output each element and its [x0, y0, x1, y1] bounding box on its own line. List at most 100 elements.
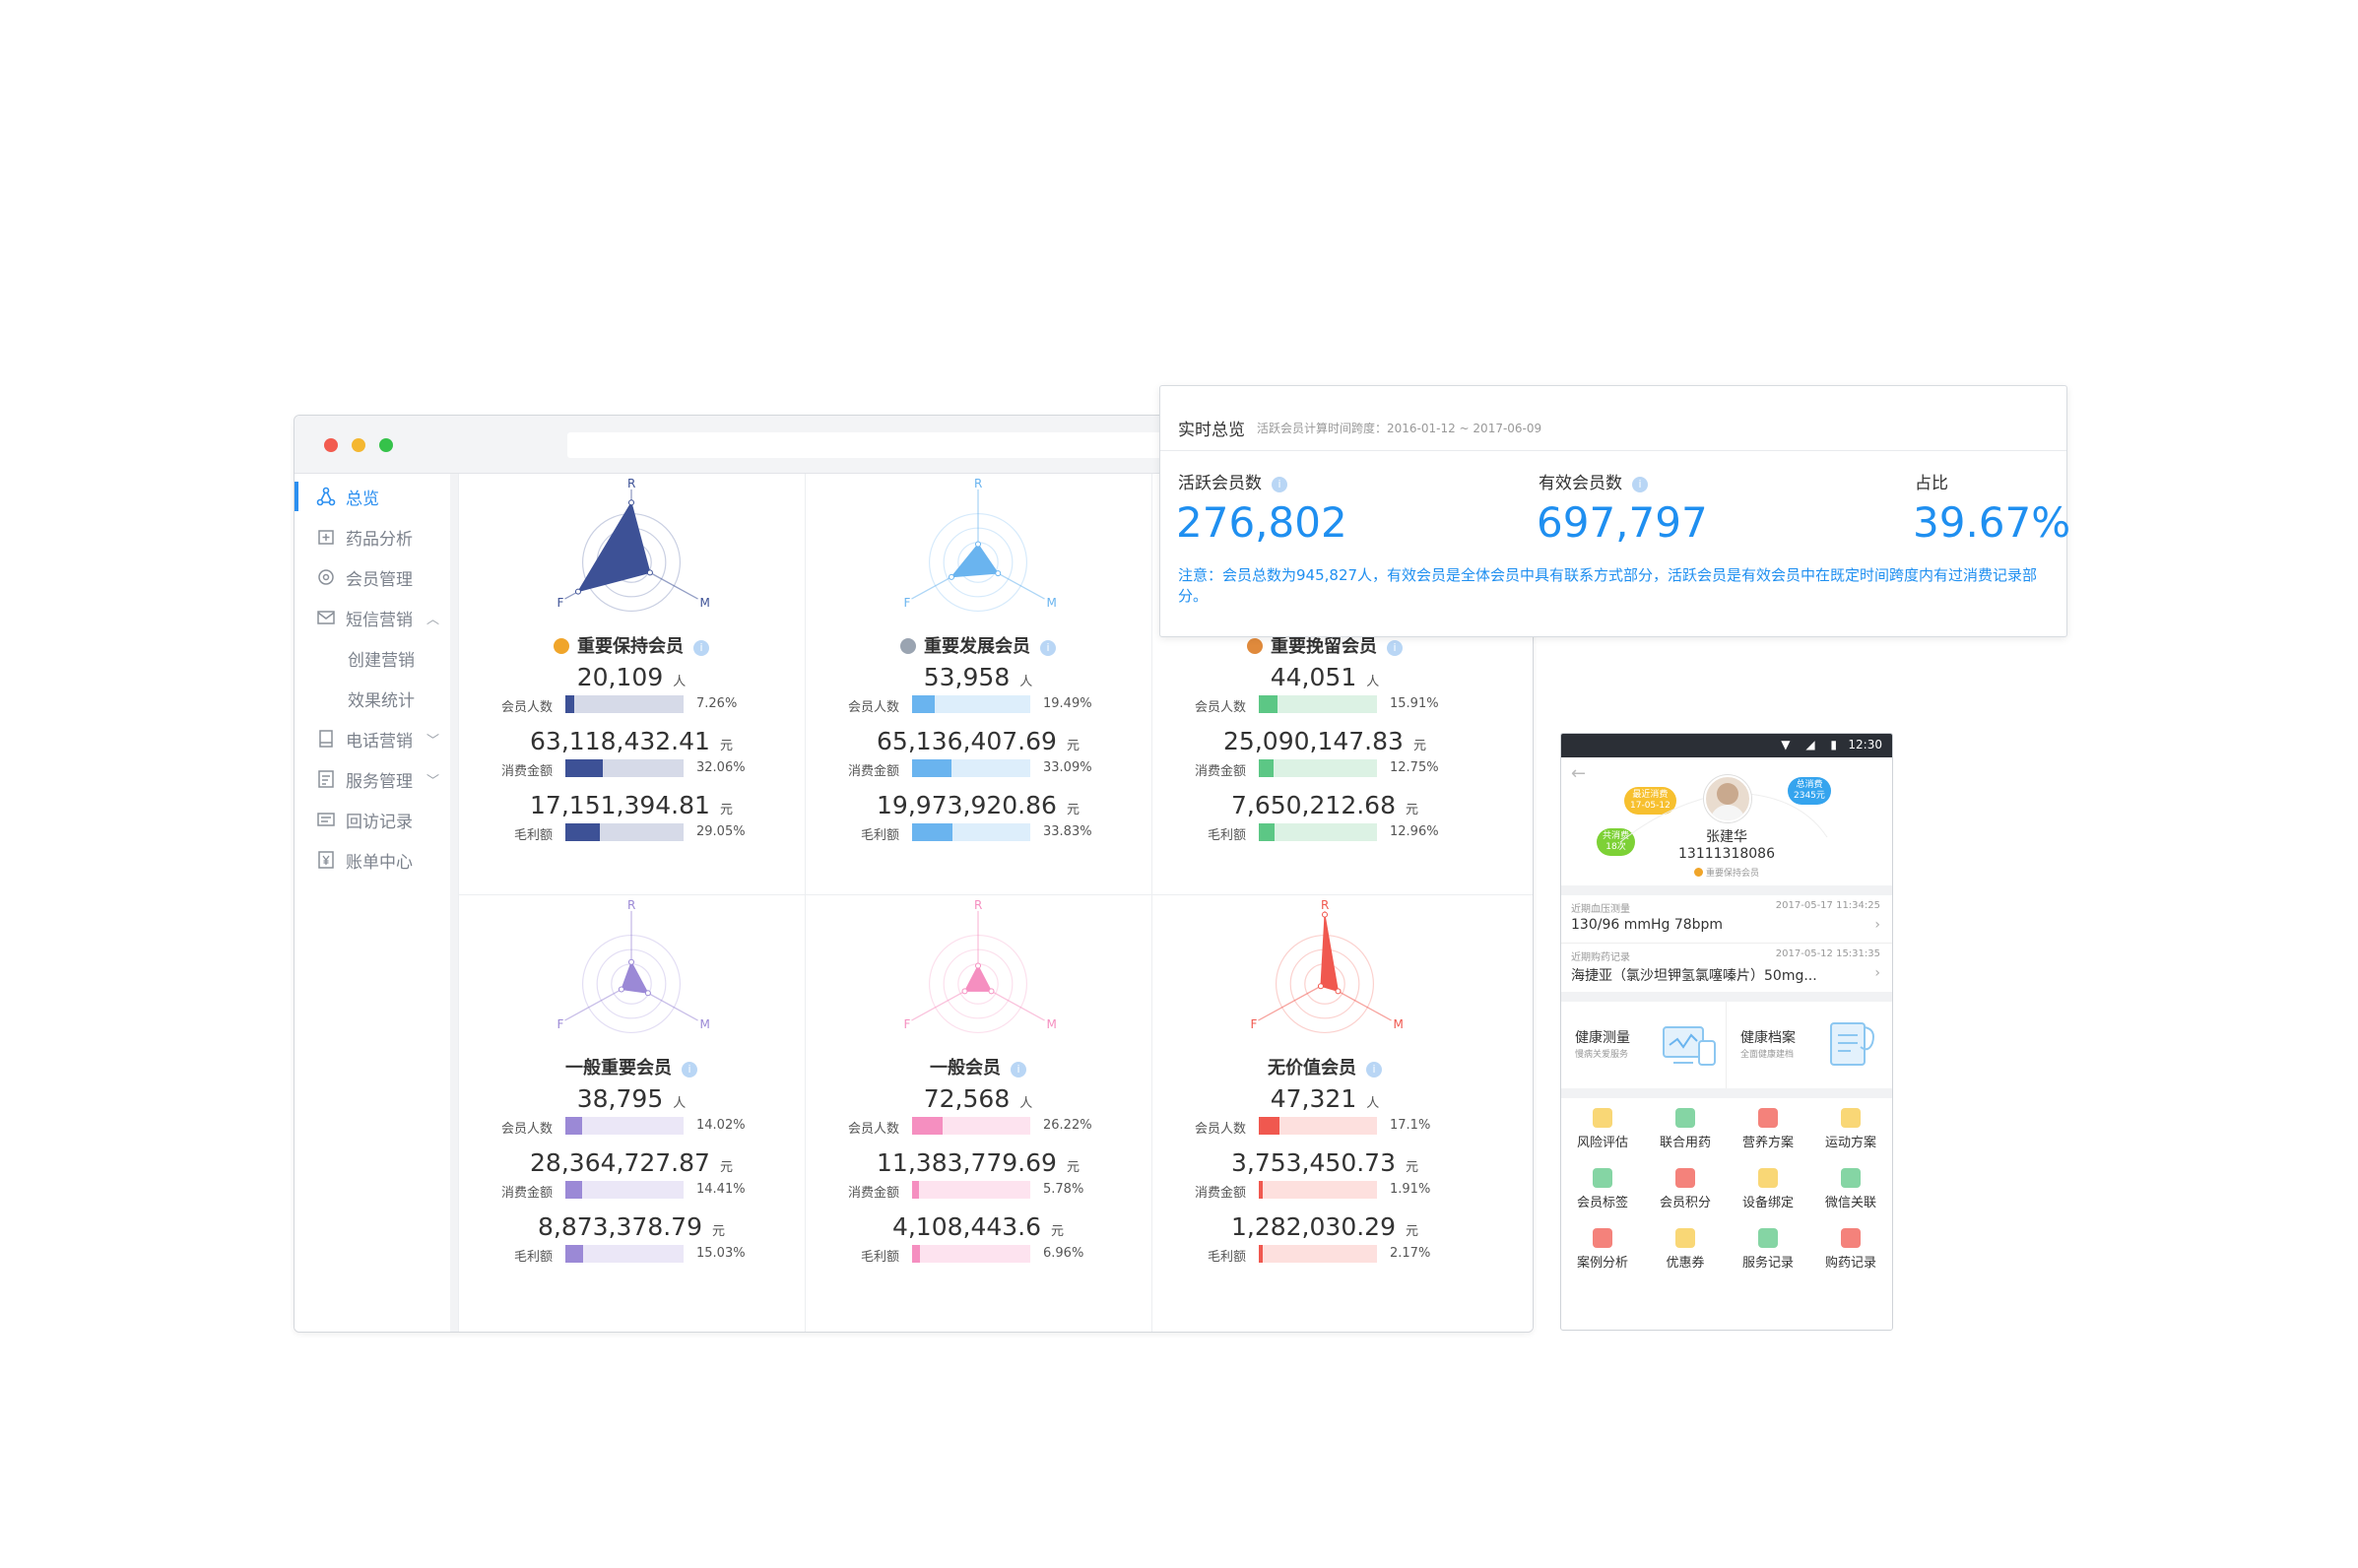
- radar-point: [961, 988, 968, 995]
- metric-percent: 17.1%: [1390, 1118, 1431, 1133]
- metric-value: 20,109 人: [458, 663, 805, 691]
- drug-purchase-row[interactable]: 近期购药记录 2017-05-12 15:31:35 海捷亚（氯沙坦钾氢氯噻嗪片…: [1561, 944, 1892, 991]
- info-icon[interactable]: i: [682, 1062, 697, 1078]
- metric-percent: 14.02%: [696, 1118, 746, 1133]
- metric-unit: 人: [1366, 675, 1380, 689]
- sidebar-item-phone-marketing[interactable]: 电话营销 ﹀: [295, 722, 450, 755]
- feature-grid-item[interactable]: 会员标签: [1561, 1168, 1644, 1210]
- sidebar-item-effect-stats[interactable]: 效果统计: [295, 682, 450, 715]
- radar-point: [975, 541, 981, 548]
- metric-bar: [565, 1245, 684, 1263]
- feature-grid-item[interactable]: 案例分析: [1561, 1228, 1644, 1271]
- overview-note: 注意：会员总数为945,827人，有效会员是全体会员中具有联系方式部分，活跃会员…: [1178, 566, 2038, 605]
- feature-grid-item[interactable]: 优惠券: [1644, 1228, 1727, 1271]
- sidebar-item-create-marketing[interactable]: 创建营销: [295, 641, 450, 675]
- info-icon[interactable]: i: [1272, 477, 1287, 492]
- maximize-window-button[interactable]: [379, 438, 393, 452]
- feature-grid-item[interactable]: 服务记录: [1727, 1228, 1809, 1271]
- sidebar-item-overview[interactable]: 总览: [295, 480, 450, 513]
- info-icon[interactable]: i: [693, 640, 709, 656]
- metric-bar: [1259, 759, 1377, 777]
- medal-icon: [900, 638, 916, 654]
- metric-bar: [565, 759, 684, 777]
- metric-value: 25,090,147.83 元: [1151, 727, 1498, 755]
- radar-axis-label: M: [700, 596, 710, 610]
- metric-percent: 33.83%: [1043, 824, 1092, 839]
- close-window-button[interactable]: [324, 438, 338, 452]
- feature-icon: [1593, 1168, 1612, 1188]
- metric-bar: [912, 1117, 1030, 1135]
- radar-point: [646, 569, 653, 576]
- segment-name-text: 无价值会员: [1268, 1058, 1356, 1078]
- health-measurement-card[interactable]: 健康测量 慢病关爱服务: [1561, 1002, 1727, 1088]
- sidebar-item-billing-center[interactable]: 账单中心: [295, 843, 450, 877]
- metric-percent: 26.22%: [1043, 1118, 1092, 1133]
- metric-bar: [1259, 695, 1377, 713]
- feature-icon: [1593, 1228, 1612, 1248]
- metric-label: 会员人数: [1194, 700, 1246, 715]
- feature-grid-item[interactable]: 联合用药: [1644, 1108, 1727, 1150]
- health-archive-card[interactable]: 健康档案 全面健康建档: [1727, 1002, 1892, 1088]
- sidebar-item-member-management[interactable]: 会员管理: [295, 560, 450, 594]
- feature-label: 运动方案: [1824, 1136, 1876, 1150]
- sidebar-item-service-management[interactable]: 服务管理 ﹀: [295, 762, 450, 796]
- info-icon[interactable]: i: [1011, 1062, 1026, 1078]
- feature-icon: [1841, 1228, 1861, 1248]
- sidebar-item-return-visits[interactable]: 回访记录: [295, 803, 450, 836]
- metric-percent: 6.96%: [1043, 1246, 1084, 1261]
- metric-percent: 15.03%: [696, 1246, 746, 1261]
- info-icon[interactable]: i: [1632, 477, 1648, 492]
- metric-percent: 32.06%: [696, 760, 746, 775]
- minimize-window-button[interactable]: [352, 438, 365, 452]
- info-icon[interactable]: i: [1366, 1062, 1382, 1078]
- feature-grid-item[interactable]: 会员积分: [1644, 1168, 1727, 1210]
- metric-label: 消费金额: [500, 1186, 553, 1201]
- mobile-member-profile: ▼ ◢ ▮ 12:30 ← 最近消费 17-05-12 总消费 2345元 共消…: [1560, 733, 1893, 1331]
- radar-axis-label: M: [1047, 596, 1057, 610]
- overview-header: 实时总览 活跃会员计算时间跨度：2016-01-12 ~ 2017-06-09: [1160, 386, 2066, 451]
- metric-number: 7,650,212.68: [1230, 791, 1396, 819]
- feature-grid-item[interactable]: 设备绑定: [1727, 1168, 1809, 1210]
- metric-bar-fill: [565, 1245, 583, 1263]
- segment-name-text: 重要保持会员: [577, 636, 684, 657]
- metric-bar-fill: [912, 1245, 920, 1263]
- metric-percent: 15.91%: [1390, 696, 1439, 711]
- metric-label: 毛利额: [513, 828, 553, 843]
- metric-number: 53,958: [923, 663, 1011, 691]
- info-icon[interactable]: i: [1387, 640, 1403, 656]
- chevron-up-icon: ︿: [426, 612, 440, 627]
- metric-value: 47,321 人: [1151, 1084, 1498, 1113]
- card-subtitle: 慢病关爱服务: [1575, 1050, 1629, 1060]
- feature-grid-item[interactable]: 微信关联: [1809, 1168, 1892, 1210]
- metric-value: 65,136,407.69 元: [805, 727, 1151, 755]
- realtime-overview-card: 实时总览 活跃会员计算时间跨度：2016-01-12 ~ 2017-06-09 …: [1159, 385, 2070, 637]
- metric-unit: 人: [1019, 675, 1033, 689]
- separator: [1561, 885, 1892, 895]
- metric-bar-fill: [1259, 695, 1277, 713]
- member-phone: 13111318086: [1678, 846, 1775, 862]
- avatar[interactable]: [1704, 775, 1751, 822]
- metric-bar-fill: [1259, 823, 1275, 841]
- metric-percent: 12.96%: [1390, 824, 1439, 839]
- sidebar-item-drug-analysis[interactable]: 药品分析: [295, 520, 450, 554]
- status-time: 12:30: [1848, 738, 1882, 751]
- blood-pressure-row[interactable]: 近期血压测量 2017-05-17 11:34:25 130/96 mmHg 7…: [1561, 895, 1892, 944]
- feature-grid-item[interactable]: 风险评估: [1561, 1108, 1644, 1150]
- metric-unit: 元: [1405, 1224, 1418, 1239]
- address-bar[interactable]: [567, 432, 1257, 458]
- sidebar-item-label: 效果统计: [348, 690, 415, 711]
- metric-number: 63,118,432.41: [530, 727, 710, 755]
- info-icon[interactable]: i: [1040, 640, 1056, 656]
- metric-percent: 19.49%: [1043, 696, 1092, 711]
- metric-number: 4,108,443.6: [891, 1212, 1042, 1241]
- separator: [1561, 992, 1892, 1002]
- member-tag-text: 重要保持会员: [1705, 869, 1759, 879]
- chevron-down-icon: ﹀: [426, 733, 440, 749]
- feature-grid-item[interactable]: 营养方案: [1727, 1108, 1809, 1150]
- metric-bar: [912, 1245, 1030, 1263]
- metric-value: 17,151,394.81 元: [458, 791, 805, 819]
- sidebar-item-sms-marketing[interactable]: 短信营销 ︿: [295, 601, 450, 634]
- bp-time: 2017-05-17 11:34:25: [1775, 900, 1880, 911]
- feature-grid-item[interactable]: 运动方案: [1809, 1108, 1892, 1150]
- feature-grid-item[interactable]: 购药记录: [1809, 1228, 1892, 1271]
